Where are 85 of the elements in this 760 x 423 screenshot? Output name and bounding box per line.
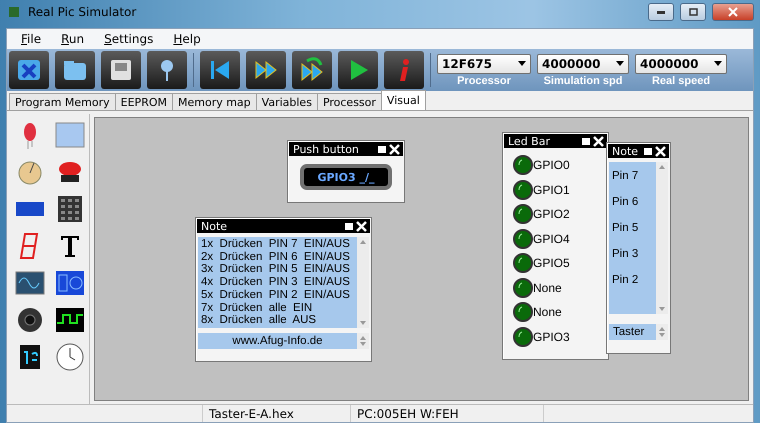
- menu-item[interactable]: Help: [163, 32, 211, 46]
- toolbar-button[interactable]: [338, 51, 378, 89]
- restore-icon[interactable]: [582, 138, 590, 144]
- info-icon: [399, 58, 409, 82]
- note-line: Pin 5: [612, 221, 640, 236]
- note-line: Pin 3: [612, 247, 640, 262]
- dropdown[interactable]: 12F675: [437, 54, 531, 74]
- dropdown-label: Simulation spd: [544, 74, 622, 86]
- note-line: Pin 2: [612, 273, 640, 288]
- toolbar-button[interactable]: [246, 51, 286, 89]
- menu-item[interactable]: Settings: [94, 32, 164, 46]
- panel-title: Led Bar: [508, 134, 551, 148]
- note-line: Pin 7: [612, 169, 640, 184]
- note-line: Pin 6: [612, 195, 640, 210]
- toolbar-button[interactable]: [147, 51, 187, 89]
- maximize-button[interactable]: [680, 3, 706, 21]
- dropdown[interactable]: 4000000: [537, 54, 629, 74]
- dropdown-label: Real speed: [652, 74, 710, 86]
- note-line: 5x Drücken PIN 2 EIN/AUS: [201, 288, 351, 302]
- toolbar-button[interactable]: [292, 51, 332, 89]
- restore-icon[interactable]: [345, 222, 353, 230]
- dropdown-label: Processor: [457, 74, 511, 86]
- led-label: GPIO2: [533, 207, 570, 222]
- note-line: 7x Drücken alle EIN: [201, 302, 314, 314]
- status-file: Taster-E-A.hex: [203, 405, 351, 422]
- status-registers: PC:005EH W:FEH: [351, 405, 544, 422]
- note-line: 1x Drücken PIN 7 EIN/AUS: [201, 238, 351, 251]
- led-label: GPIO4: [533, 232, 570, 246]
- toolbar-button[interactable]: [200, 51, 240, 89]
- menu-item[interactable]: Run: [51, 32, 94, 46]
- tab[interactable]: Memory map: [172, 93, 257, 110]
- led-label: GPIO5: [533, 256, 570, 270]
- led-icon: [513, 155, 533, 176]
- note-footer-field[interactable]: www.Afug-Info.de: [198, 332, 357, 349]
- led-icon: [513, 278, 533, 298]
- tab[interactable]: Program Memory: [9, 93, 116, 110]
- window-title: Real Pic Simulator: [28, 5, 136, 19]
- close-icon[interactable]: [389, 144, 400, 154]
- clock-icon: [55, 342, 85, 372]
- maximize-icon: [688, 8, 698, 16]
- panel-title: Note: [612, 144, 640, 158]
- restore-icon[interactable]: [644, 148, 652, 154]
- window-icon: [55, 120, 85, 150]
- led-icon: [513, 326, 533, 347]
- tab[interactable]: Processor: [316, 93, 382, 110]
- close-icon: [728, 7, 738, 17]
- close-icon[interactable]: [356, 220, 367, 232]
- dropdown-arrow-icon: [714, 61, 722, 66]
- note-line: 8x Drücken alle AUS: [201, 314, 318, 327]
- led-label: None: [533, 280, 562, 295]
- led-label: GPIO0: [533, 158, 570, 172]
- tab[interactable]: Visual: [380, 90, 426, 110]
- push-button[interactable]: GPIO3 _/_: [300, 164, 392, 190]
- note-line: 3x Drücken PIN 5 EIN/AUS: [201, 263, 351, 276]
- dropdown-arrow-icon: [616, 61, 624, 66]
- toolbar-button[interactable]: [9, 51, 49, 89]
- panel-title: Push button: [293, 142, 360, 156]
- close-icon[interactable]: [593, 136, 604, 146]
- led-label: GPIO3: [533, 330, 570, 344]
- led-label: GPIO1: [533, 182, 570, 197]
- note-line: 4x Drücken PIN 3 EIN/AUS: [201, 276, 351, 289]
- led-icon: [513, 180, 533, 200]
- note-text-area[interactable]: 1x Drücken PIN 7 EIN/AUS 2x Drücken PIN 6 EIN/AUS 3x Drücken PIN 5 EIN/AUS 4x Drücken PIN 3 EIN/AUS 5x Drücken PIN 2 EIN/AUS 7x Drücken alle EIN 8x Drücken alle AUS: [198, 237, 357, 328]
- led-icon: [513, 302, 533, 322]
- note-text-area[interactable]: Pin 7 Pin 6 Pin 5 Pin 3 Pin 2: [609, 162, 656, 314]
- note-line: 2x Drücken PIN 6 EIN/AUS: [201, 250, 351, 264]
- led-icon: [513, 253, 533, 274]
- led-label: None: [533, 305, 562, 320]
- toolbar-button[interactable]: [101, 51, 141, 89]
- keypad-icon: [55, 194, 85, 224]
- minimize-button[interactable]: [648, 3, 674, 21]
- led-icon: [513, 204, 533, 224]
- dropdown-arrow-icon: [518, 61, 526, 66]
- note-footer-field[interactable]: Taster: [609, 324, 656, 340]
- restore-icon[interactable]: [378, 146, 386, 152]
- minimize-icon: [657, 10, 665, 14]
- led-icon: [513, 228, 533, 249]
- toolbar-button[interactable]: [55, 51, 95, 89]
- dropdown[interactable]: 4000000: [635, 54, 727, 74]
- close-icon[interactable]: [655, 146, 666, 156]
- tab[interactable]: EEPROM: [114, 93, 173, 110]
- panel-title: Note: [201, 220, 228, 232]
- tab[interactable]: Variables: [256, 93, 318, 110]
- close-button[interactable]: [712, 3, 754, 21]
- menu-item[interactable]: File: [11, 32, 52, 46]
